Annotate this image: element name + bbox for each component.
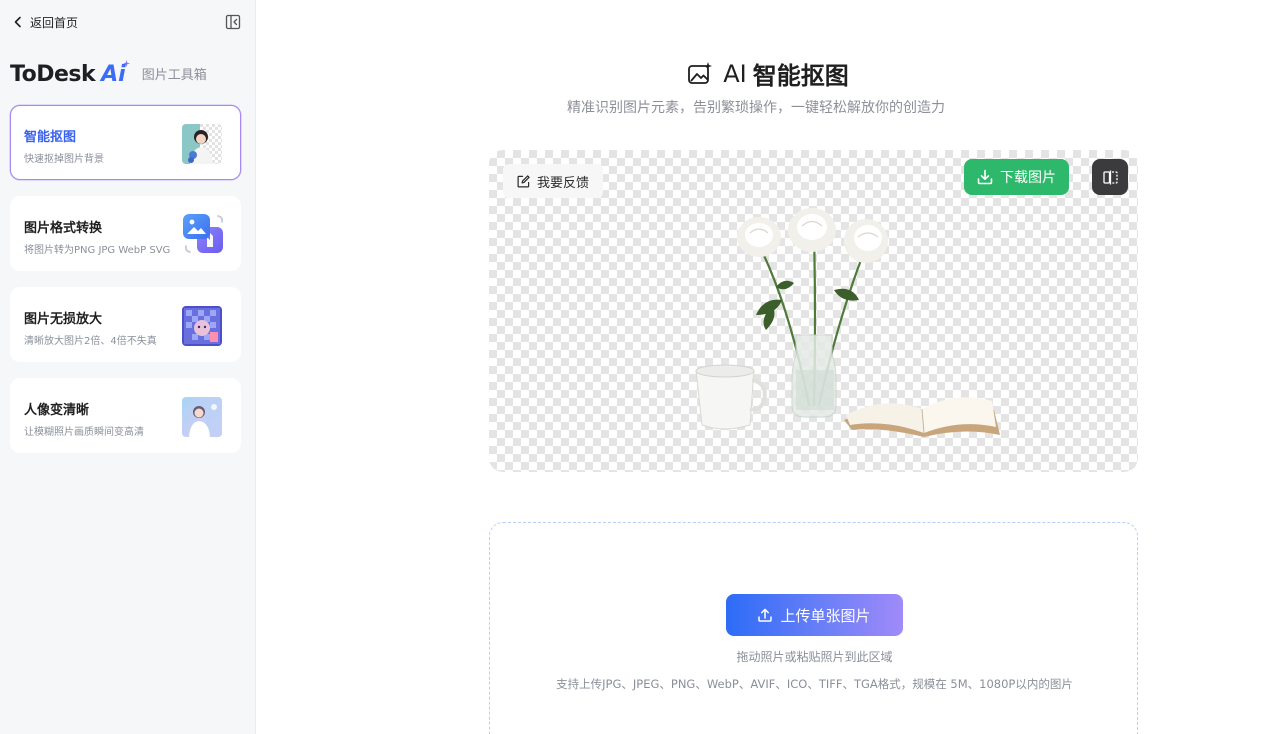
cutout-result-image bbox=[695, 208, 1000, 437]
portrait-enhance-thumbnail-icon bbox=[182, 397, 222, 437]
tool-title: 图片格式转换 bbox=[24, 221, 103, 236]
feedback-label: 我要反馈 bbox=[537, 175, 590, 191]
chevron-left-icon bbox=[14, 16, 21, 28]
upload-single-image-button[interactable]: 上传单张图片 bbox=[726, 594, 903, 636]
sidebar-collapse-icon bbox=[225, 14, 241, 30]
upload-button-label: 上传单张图片 bbox=[780, 606, 871, 625]
sidebar-collapse-button[interactable] bbox=[225, 14, 241, 30]
back-home-link[interactable]: 返回首页 bbox=[12, 12, 78, 32]
upload-icon bbox=[758, 608, 773, 622]
tool-card-portrait-enhance[interactable]: 人像变清晰 让模糊照片画质瞬间变高清 bbox=[10, 378, 241, 453]
upload-formats-note: 支持上传JPG、JPEG、PNG、WebP、AVIF、ICO、TIFF、TGA格… bbox=[556, 677, 1073, 691]
compare-icon bbox=[1102, 170, 1118, 184]
tool-desc: 快速抠掉图片背景 bbox=[24, 154, 104, 165]
tool-title: 图片无损放大 bbox=[24, 312, 103, 327]
edit-icon bbox=[517, 174, 530, 187]
page-subtitle-text: 精准识别图片元素，告别繁琐操作，一键轻松解放你的创造力 bbox=[567, 100, 945, 116]
sidebar: 返回首页 ToDesk Ai 图片工具箱 智能抠图 快速抠掉图片背景 图片格式转… bbox=[0, 0, 256, 734]
tool-desc: 清晰放大图片2倍、4倍不失真 bbox=[24, 336, 157, 347]
download-label: 下载图片 bbox=[1000, 170, 1056, 186]
tool-title: 智能抠图 bbox=[24, 130, 77, 145]
tool-card-smart-cutout[interactable]: 智能抠图 快速抠掉图片背景 bbox=[10, 105, 241, 180]
tool-card-format-convert[interactable]: 图片格式转换 将图片转为PNG JPG WebP SVG bbox=[10, 196, 241, 271]
upload-dropzone[interactable]: 上传单张图片 拖动照片或粘贴照片到此区域 支持上传JPG、JPEG、PNG、We… bbox=[489, 522, 1138, 734]
tool-card-upscale[interactable]: 图片无损放大 清晰放大图片2倍、4倍不失真 bbox=[10, 287, 241, 362]
compare-view-button[interactable] bbox=[1092, 159, 1128, 195]
image-sparkle-icon bbox=[688, 61, 713, 84]
feedback-button[interactable]: 我要反馈 bbox=[503, 164, 604, 198]
back-home-label: 返回首页 bbox=[30, 15, 79, 30]
page-title-text: 智能抠图 bbox=[752, 62, 849, 90]
cutout-preview: 我要反馈 下载图片 bbox=[489, 150, 1138, 472]
page-subtitle: 精准识别图片元素，告别繁琐操作，一键轻松解放你的创造力 bbox=[256, 97, 1280, 117]
page-title-ai: AI bbox=[723, 59, 747, 88]
download-icon bbox=[977, 169, 993, 185]
tool-title: 人像变清晰 bbox=[24, 403, 90, 418]
upscale-thumbnail-icon bbox=[182, 306, 222, 346]
portrait-cutout-thumbnail-icon bbox=[182, 124, 222, 164]
tool-desc: 让模糊照片画质瞬间变高清 bbox=[24, 427, 144, 438]
tool-desc: 将图片转为PNG JPG WebP SVG bbox=[24, 245, 171, 256]
format-convert-icon bbox=[183, 214, 224, 253]
upload-hint: 拖动照片或粘贴照片到此区域 bbox=[736, 650, 893, 664]
page-title: AI 智能抠图 bbox=[0, 56, 1280, 91]
download-image-button[interactable]: 下载图片 bbox=[964, 159, 1069, 195]
